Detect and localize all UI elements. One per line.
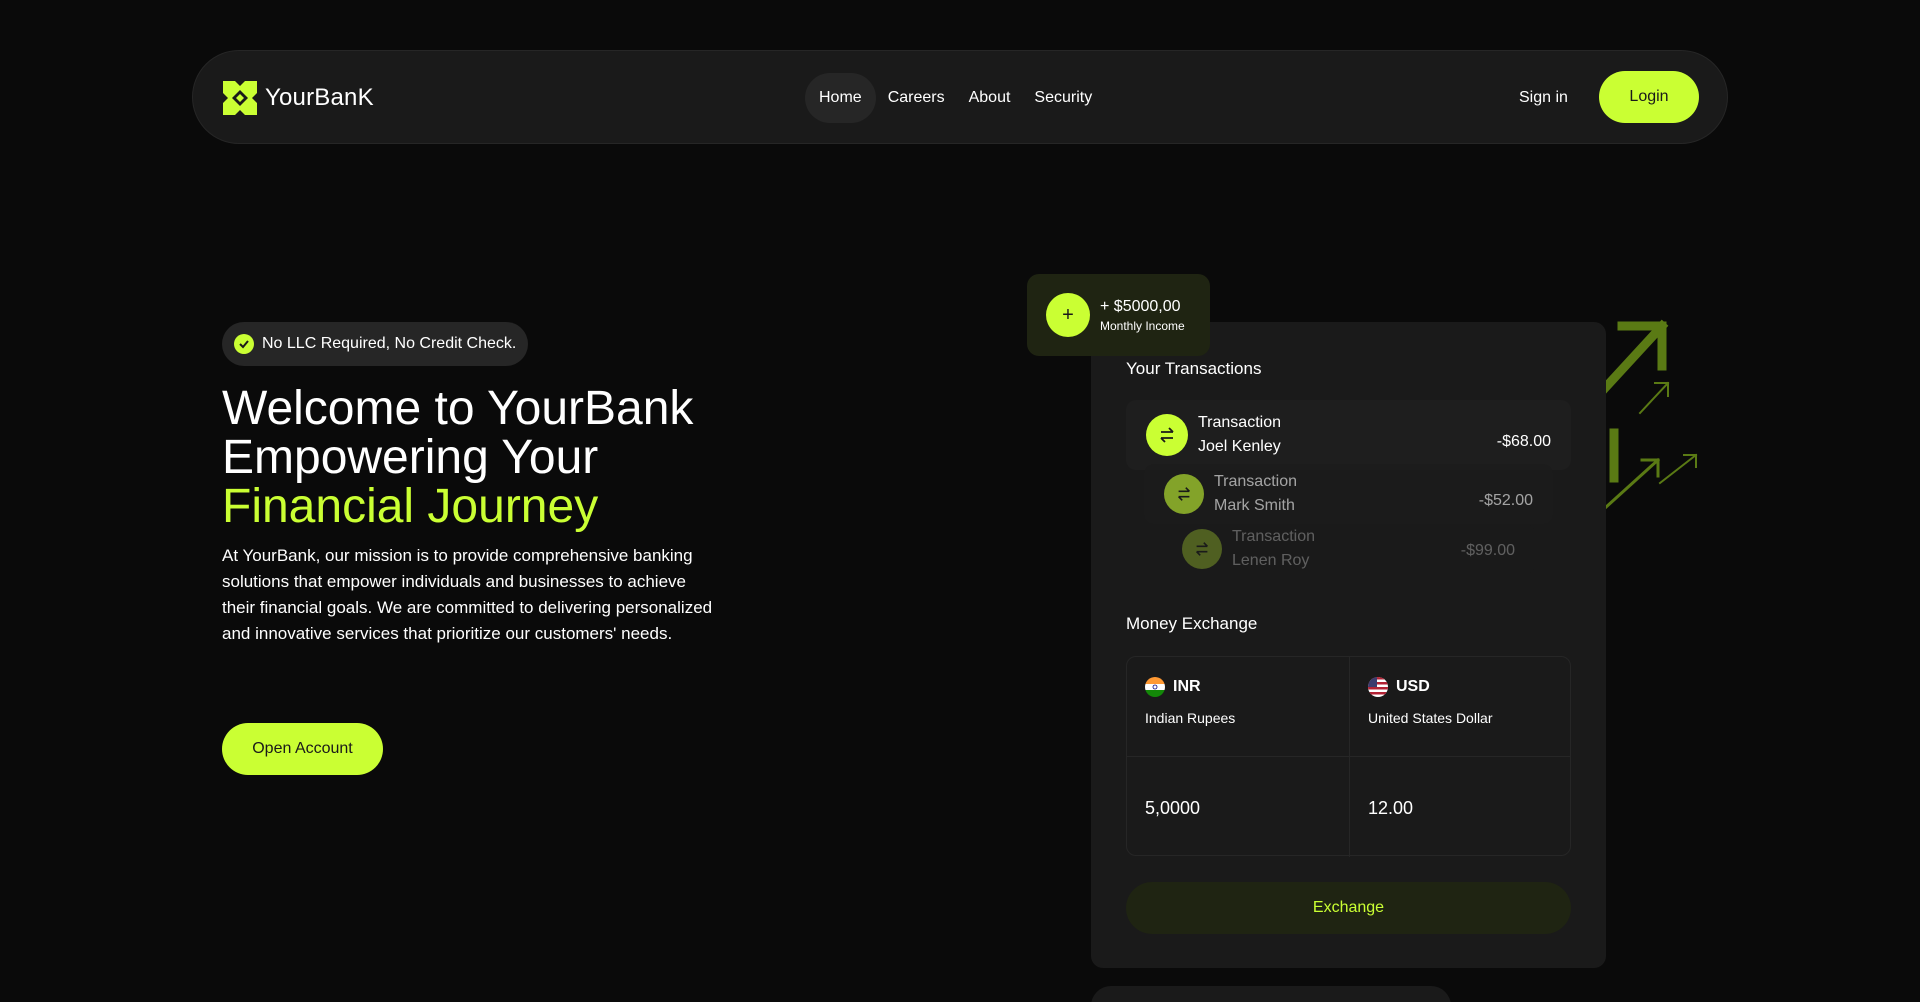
hero-headline: Welcome to YourBank Empowering Your Fina…: [222, 384, 822, 531]
plus-icon: +: [1046, 293, 1090, 337]
money-exchange-box: INR Indian Rupees 5,0000 USD United Stat…: [1126, 656, 1571, 857]
transaction-item[interactable]: Transaction Joel Kenley -$68.00: [1126, 400, 1571, 470]
transfer-icon: [1164, 474, 1204, 514]
headline-accent: Financial Journey: [222, 480, 599, 533]
exchange-from[interactable]: INR Indian Rupees 5,0000: [1127, 657, 1349, 857]
brand-logo[interactable]: YourBanK: [223, 81, 374, 115]
transaction-type: Transaction: [1232, 528, 1315, 545]
income-amount: + $5000,00: [1100, 298, 1181, 315]
currency-to-header: USD: [1368, 677, 1430, 697]
income-text: + $5000,00 Monthly Income: [1100, 297, 1185, 333]
transaction-text: Transaction Mark Smith: [1214, 470, 1297, 518]
login-button[interactable]: Login: [1599, 71, 1699, 123]
check-icon: [234, 334, 254, 354]
transaction-name: Mark Smith: [1214, 497, 1295, 514]
currency-from-name: Indian Rupees: [1145, 710, 1236, 726]
brand-name: YourBanK: [265, 84, 374, 111]
growth-arrows-icon: [1600, 319, 1698, 511]
transaction-text: Transaction Lenen Roy: [1232, 525, 1315, 573]
nav-link-security[interactable]: Security: [1022, 73, 1104, 123]
india-flag-icon: [1145, 677, 1165, 697]
income-label: Monthly Income: [1100, 319, 1185, 333]
currency-from-code: INR: [1173, 678, 1201, 695]
money-exchange-title: Money Exchange: [1126, 614, 1258, 633]
next-card-peek: [1091, 986, 1451, 1002]
transaction-amount: -$52.00: [1478, 492, 1533, 509]
currency-from-value[interactable]: 5,0000: [1145, 798, 1200, 819]
currency-from-header: INR: [1145, 677, 1201, 697]
us-flag-icon: [1368, 677, 1388, 697]
currency-to-value[interactable]: 12.00: [1368, 798, 1413, 819]
transaction-item[interactable]: Transaction Mark Smith -$52.00: [1144, 464, 1553, 524]
nav-link-careers[interactable]: Careers: [876, 73, 957, 123]
transaction-type: Transaction: [1198, 414, 1281, 431]
nav-links: Home Careers About Security: [805, 73, 1104, 123]
transactions-title: Your Transactions: [1126, 359, 1262, 378]
page: YourBanK Home Careers About Security Sig…: [0, 0, 1920, 1002]
nav-link-about[interactable]: About: [957, 73, 1023, 123]
navbar: YourBanK Home Careers About Security Sig…: [192, 50, 1728, 144]
transfer-icon: [1182, 529, 1222, 569]
headline-line-1: Welcome to YourBank: [222, 382, 694, 435]
hero-badge: No LLC Required, No Credit Check.: [222, 322, 529, 366]
transaction-item[interactable]: Transaction Lenen Roy -$99.00: [1162, 524, 1535, 574]
currency-to-code: USD: [1396, 678, 1430, 695]
transaction-type: Transaction: [1214, 473, 1297, 490]
transfer-icon: [1146, 414, 1188, 456]
exchange-to[interactable]: USD United States Dollar 12.00: [1349, 657, 1571, 857]
badge-text: No LLC Required, No Credit Check.: [262, 335, 517, 352]
transaction-name: Joel Kenley: [1198, 438, 1281, 455]
currency-to-name: United States Dollar: [1368, 710, 1493, 726]
exchange-divider: [1127, 756, 1349, 757]
monthly-income-pill: + + $5000,00 Monthly Income: [1027, 274, 1210, 356]
nav-link-home[interactable]: Home: [805, 73, 876, 123]
exchange-button[interactable]: Exchange: [1126, 882, 1571, 934]
transaction-amount: -$99.00: [1460, 542, 1515, 559]
logo-icon: [223, 81, 257, 115]
hero-description: At YourBank, our mission is to provide c…: [222, 546, 713, 643]
transaction-text: Transaction Joel Kenley: [1198, 411, 1281, 459]
exchange-divider: [1350, 756, 1571, 757]
open-account-button[interactable]: Open Account: [222, 723, 383, 775]
transaction-amount: -$68.00: [1496, 433, 1551, 450]
headline-line-2: Empowering Your: [222, 431, 599, 484]
transaction-name: Lenen Roy: [1232, 552, 1310, 569]
transactions-card: Your Transactions Transaction Joel Kenle…: [1091, 322, 1606, 968]
sign-in-link[interactable]: Sign in: [1519, 89, 1568, 107]
